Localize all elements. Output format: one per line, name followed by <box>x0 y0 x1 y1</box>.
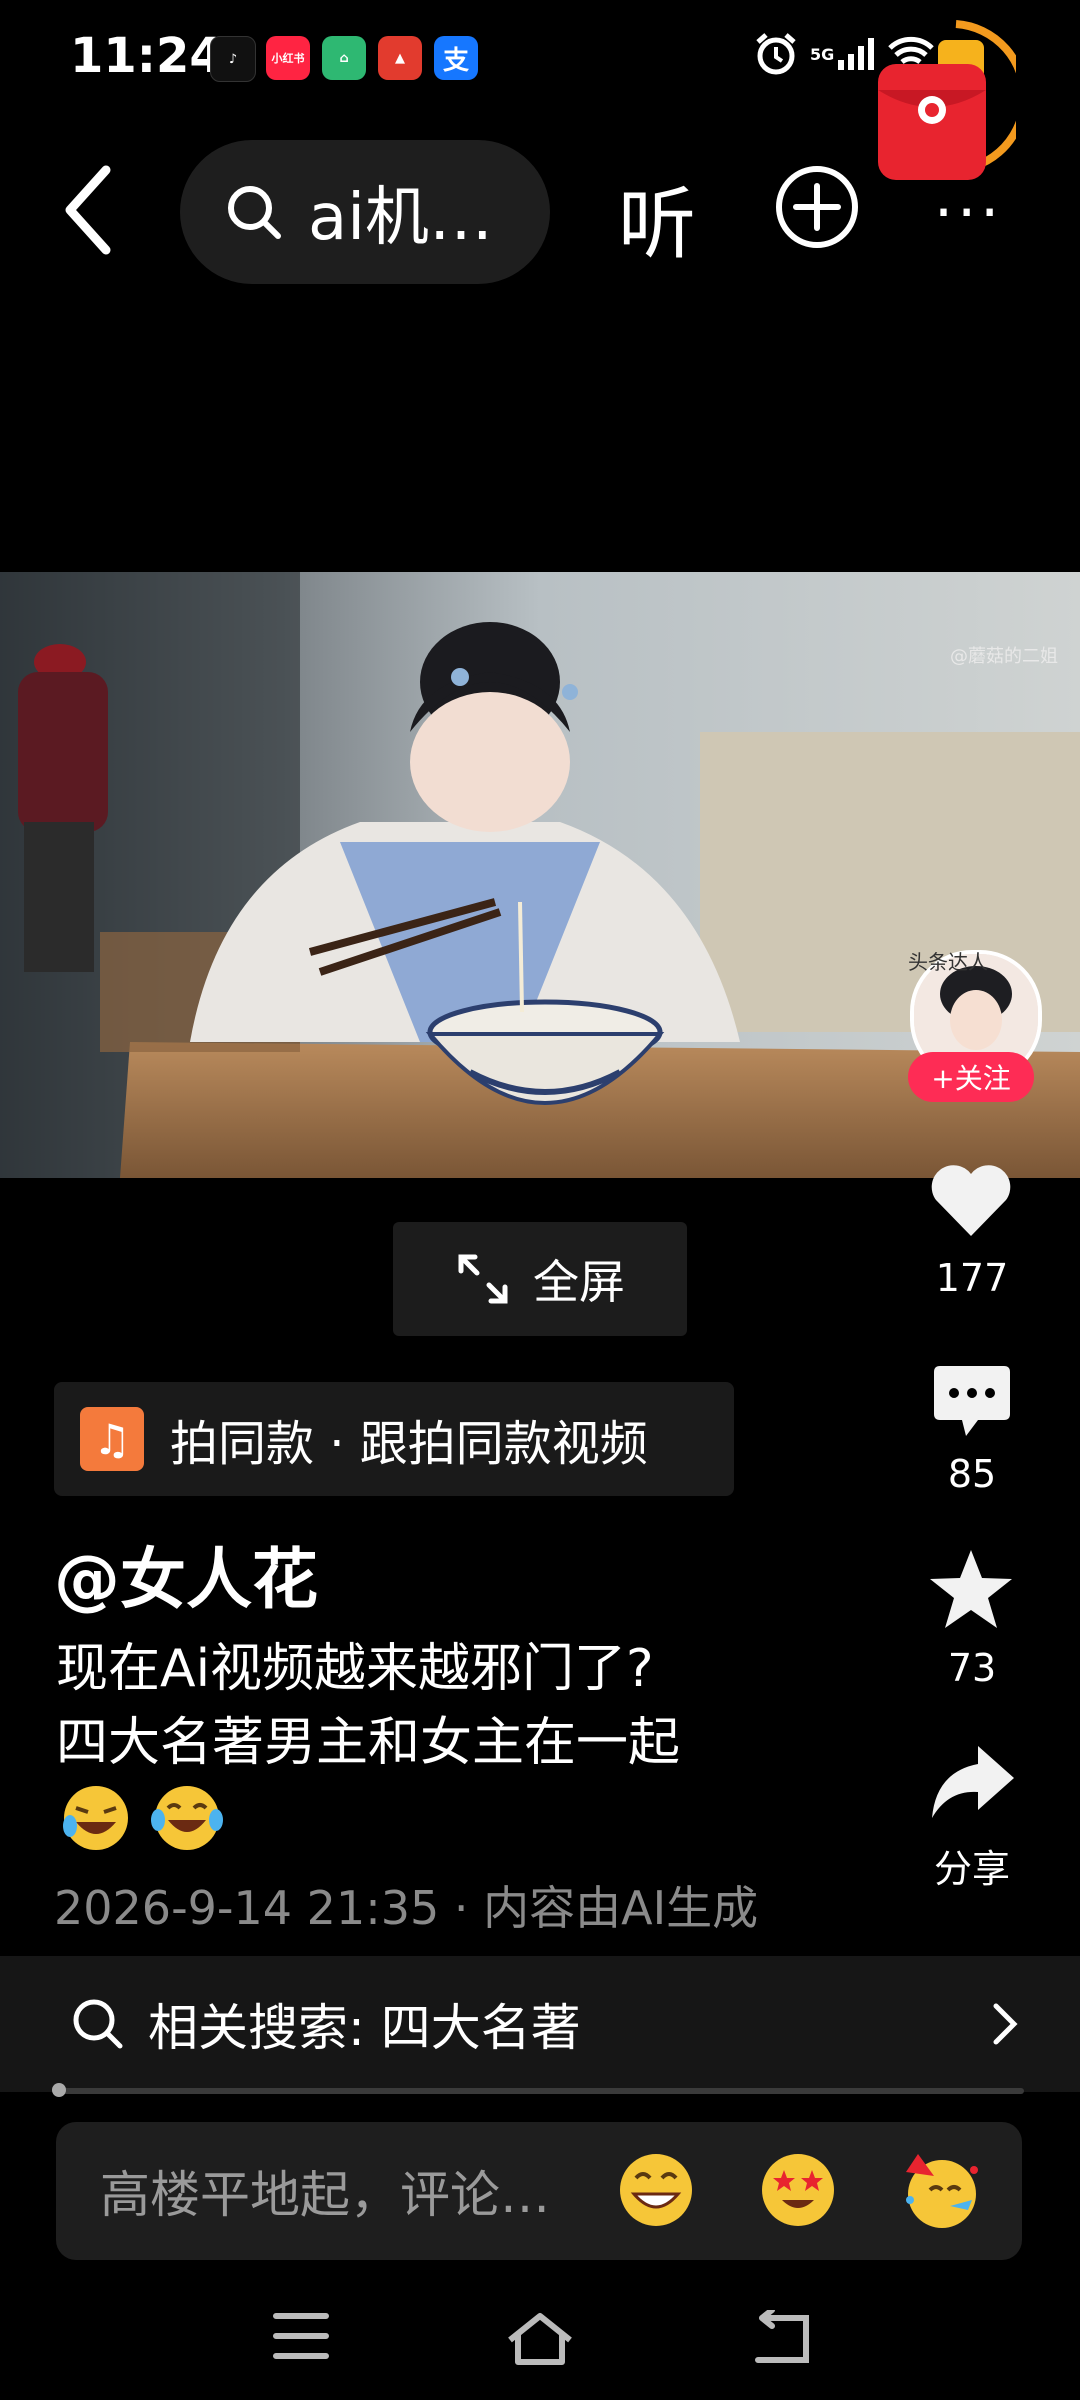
star-eyes-emoji-button-icon[interactable] <box>758 2150 838 2230</box>
video-progress-bar[interactable] <box>56 2088 1024 2094</box>
share-label[interactable]: 分享 <box>912 1838 1032 1893</box>
party-emoji-button-icon[interactable] <box>900 2150 984 2230</box>
search-box[interactable]: ai机… <box>180 140 550 284</box>
author-name[interactable]: @女人花 <box>54 1526 318 1622</box>
expand-icon <box>458 1254 508 1304</box>
related-search-bar[interactable]: 相关搜索: 四大名著 <box>0 1956 1080 2092</box>
listen-button[interactable]: 听 <box>618 162 696 274</box>
bank-app-icon: ▲ <box>378 36 422 80</box>
xiaohongshu-app-icon: 小红书 <box>266 36 310 80</box>
rofl-emoji-icon <box>63 1786 128 1850</box>
chevron-right-icon <box>993 2003 1018 2045</box>
comment-input[interactable]: 高楼平地起，评论… <box>56 2122 1022 2260</box>
grin-emoji-button-icon[interactable] <box>616 2150 696 2230</box>
comment-icon[interactable] <box>930 1362 1014 1442</box>
shoot-same-label: 拍同款 · 跟拍同款视频 <box>170 1416 648 1472</box>
share-icon[interactable] <box>928 1742 1016 1822</box>
follow-button[interactable]: +关注 <box>908 1052 1034 1102</box>
back-nav-icon[interactable] <box>750 2310 812 2366</box>
alipay-app-icon: 支 <box>434 36 478 80</box>
favorite-star-icon[interactable] <box>926 1546 1016 1632</box>
comment-count: 85 <box>947 1452 997 1496</box>
search-icon <box>73 1999 123 2049</box>
search-icon <box>228 186 281 239</box>
creator-badge: 头条达人 <box>908 950 988 974</box>
housing-app-icon: ⌂ <box>322 36 366 80</box>
post-description-line1: 现在Ai视频越来越邪门了? <box>56 1639 654 1699</box>
like-heart-icon[interactable] <box>928 1160 1014 1240</box>
comment-placeholder: 高楼平地起，评论… <box>100 2166 550 2224</box>
tears-of-joy-emoji-icon <box>151 1786 223 1850</box>
fullscreen-label: 全屏 <box>533 1255 625 1309</box>
post-description-line2: 四大名著男主和女主在一起 <box>56 1713 681 1773</box>
like-count: 177 <box>935 1256 1009 1300</box>
menu-icon[interactable] <box>272 2310 330 2362</box>
add-button[interactable] <box>774 164 860 250</box>
fullscreen-button[interactable]: 全屏 <box>393 1222 687 1336</box>
red-packet-icon[interactable] <box>876 20 1016 190</box>
status-time: 11:24 <box>70 28 223 84</box>
related-search-label: 相关搜索: 四大名著 <box>148 1999 581 2057</box>
back-button[interactable] <box>56 160 126 260</box>
shoot-same-row[interactable]: ♫ 拍同款 · 跟拍同款视频 <box>54 1382 734 1496</box>
ai-generated-note: 内容由AI生成 <box>483 1881 759 1935</box>
meta-separator: · <box>453 1881 484 1935</box>
music-note-icon: ♫ <box>80 1407 144 1471</box>
video-watermark: @蘑菇的二姐 <box>950 646 1058 667</box>
search-query: ai机… <box>308 181 493 255</box>
signal-icon <box>838 38 875 70</box>
video-progress-handle[interactable] <box>52 2083 66 2097</box>
network-type: 5G <box>810 44 835 64</box>
home-icon[interactable] <box>504 2310 576 2366</box>
post-meta: 2026-9-14 21:35 · 内容由AI生成 <box>54 1872 758 1938</box>
post-date: 2026-9-14 21:35 <box>54 1881 440 1935</box>
favorite-count: 73 <box>947 1646 997 1690</box>
alarm-icon <box>756 33 796 75</box>
more-button[interactable]: ··· <box>934 178 1003 248</box>
douyin-app-icon: ♪ <box>210 36 256 82</box>
